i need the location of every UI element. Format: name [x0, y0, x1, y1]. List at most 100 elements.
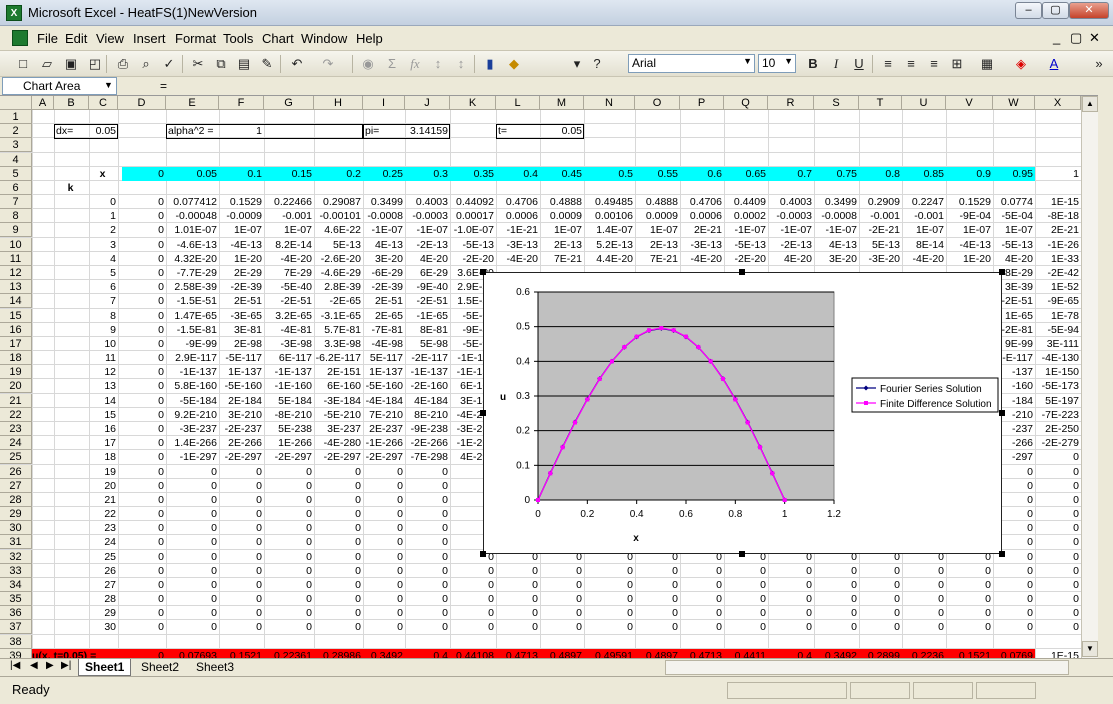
data-cell[interactable]: 0	[363, 507, 405, 521]
data-cell[interactable]: 0	[166, 465, 219, 479]
data-cell[interactable]: 0	[496, 620, 540, 634]
data-cell[interactable]: 0	[363, 606, 405, 620]
data-cell[interactable]: 0	[540, 592, 584, 606]
data-cell[interactable]: 0	[219, 606, 264, 620]
data-cell[interactable]: 1E-33	[1035, 252, 1081, 266]
data-cell[interactable]: 0	[363, 521, 405, 535]
data-cell[interactable]: 0	[314, 521, 363, 535]
data-cell[interactable]: 4E-184	[405, 394, 450, 408]
data-cell[interactable]: 0	[118, 337, 166, 351]
row-header[interactable]: 18	[0, 351, 32, 366]
data-cell[interactable]: 7E-210	[363, 408, 405, 422]
data-cell[interactable]: 0	[724, 592, 768, 606]
data-cell[interactable]: 4	[89, 252, 118, 266]
column-header[interactable]: O	[635, 96, 680, 110]
x-value-cell[interactable]: 0.75	[814, 167, 859, 181]
data-cell[interactable]: 0	[814, 620, 859, 634]
data-cell[interactable]: -2E-117	[405, 351, 450, 365]
data-cell[interactable]: 0	[946, 606, 993, 620]
data-cell[interactable]: -3E-184	[314, 394, 363, 408]
data-cell[interactable]: 0	[768, 578, 814, 592]
chart-area[interactable]: 0 0.1 0.2 0.3 0.4 0.5 0.6 0 0.2 0.4 0.6 0.8 1 1.2 x u Fo…	[483, 272, 1002, 554]
data-cell[interactable]: -0.001	[859, 209, 902, 223]
data-cell[interactable]: 5E-98	[405, 337, 450, 351]
menu-view[interactable]: View	[96, 31, 124, 46]
row-header[interactable]: 17	[0, 336, 32, 351]
menu-tools[interactable]: Tools	[223, 31, 253, 46]
data-cell[interactable]: -9E-99	[166, 337, 219, 351]
data-cell[interactable]: 0	[264, 479, 314, 493]
data-cell[interactable]: -3E-65	[219, 309, 264, 323]
align-center-icon[interactable]: ≡	[902, 55, 920, 73]
data-cell[interactable]: -4E-20	[496, 252, 540, 266]
data-cell[interactable]: 0	[635, 564, 680, 578]
data-cell[interactable]: -1E-26	[1035, 238, 1081, 252]
data-cell[interactable]: 0.29087	[314, 195, 363, 209]
data-cell[interactable]: 2.8E-39	[314, 280, 363, 294]
x-value-cell[interactable]: 0.85	[902, 167, 946, 181]
data-cell[interactable]: 0	[166, 592, 219, 606]
data-cell[interactable]: -1E-07	[814, 223, 859, 237]
data-cell[interactable]: 0	[118, 195, 166, 209]
print-preview-icon[interactable]: ⌕	[137, 55, 155, 73]
data-cell[interactable]: 2	[89, 223, 118, 237]
data-cell[interactable]: 0	[405, 535, 450, 549]
data-cell[interactable]: -5E-13	[724, 238, 768, 252]
data-cell[interactable]: 0	[264, 507, 314, 521]
column-header[interactable]: K	[450, 96, 496, 110]
merge-center-icon[interactable]: ⊞	[948, 55, 966, 73]
data-cell[interactable]: 2E-65	[363, 309, 405, 323]
data-cell[interactable]: 1E-07	[219, 223, 264, 237]
sort-descending-icon[interactable]: ↕	[452, 55, 470, 73]
data-cell[interactable]: 0	[118, 507, 166, 521]
data-cell[interactable]: 0	[450, 592, 496, 606]
data-cell[interactable]: -5E-210	[314, 408, 363, 422]
data-cell[interactable]: -2E-20	[724, 252, 768, 266]
data-cell[interactable]: 0	[314, 550, 363, 564]
data-cell[interactable]: 0	[584, 620, 635, 634]
data-cell[interactable]: 0	[496, 564, 540, 578]
column-header[interactable]: D	[118, 96, 166, 110]
row-header[interactable]: 31	[0, 535, 32, 550]
data-cell[interactable]: 3E-20	[363, 252, 405, 266]
column-header[interactable]: U	[902, 96, 946, 110]
last-sheet-icon[interactable]: ▶|	[61, 660, 71, 671]
data-cell[interactable]: -3.1E-65	[314, 309, 363, 323]
data-cell[interactable]: 1E-07	[902, 223, 946, 237]
data-cell[interactable]: 0	[993, 606, 1035, 620]
data-cell[interactable]: 0	[946, 564, 993, 578]
data-cell[interactable]: -5E-13	[450, 238, 496, 252]
column-header[interactable]: X	[1035, 96, 1081, 110]
row-header[interactable]: 39	[0, 648, 32, 658]
data-cell[interactable]: -5E-13	[993, 238, 1035, 252]
data-cell[interactable]: -2E-42	[1035, 266, 1081, 280]
data-cell[interactable]: 2E-13	[635, 238, 680, 252]
undo-icon[interactable]: ↶	[288, 55, 306, 73]
data-cell[interactable]: 0	[496, 592, 540, 606]
data-cell[interactable]: 0	[118, 280, 166, 294]
row-header[interactable]: 16	[0, 322, 32, 337]
data-cell[interactable]: 0	[1035, 479, 1081, 493]
bold-button[interactable]: B	[804, 55, 822, 73]
x-value-cell[interactable]: 0.45	[540, 167, 584, 181]
data-cell[interactable]: 0	[724, 606, 768, 620]
data-cell[interactable]: 0	[768, 592, 814, 606]
data-cell[interactable]: -4E-13	[946, 238, 993, 252]
data-cell[interactable]: 0	[1035, 592, 1081, 606]
x-value-cell[interactable]: 0.7	[768, 167, 814, 181]
data-cell[interactable]: 0	[1035, 564, 1081, 578]
data-cell[interactable]: -1E-21	[496, 223, 540, 237]
k-cell[interactable]: 29	[89, 606, 118, 620]
row-header[interactable]: 5	[0, 166, 32, 181]
data-cell[interactable]: 8E-81	[405, 323, 450, 337]
data-cell[interactable]: -0.0008	[363, 209, 405, 223]
data-cell[interactable]: -4E-184	[363, 394, 405, 408]
data-cell[interactable]: 0	[118, 465, 166, 479]
data-cell[interactable]: 0	[118, 266, 166, 280]
u-value-cell[interactable]: 0.1521	[946, 649, 993, 658]
data-cell[interactable]: 0	[219, 521, 264, 535]
copy-icon[interactable]: ⧉	[212, 55, 230, 73]
data-cell[interactable]: 0.00106	[584, 209, 635, 223]
x-value-cell[interactable]: 0.4	[496, 167, 540, 181]
data-cell[interactable]: 0.1529	[219, 195, 264, 209]
